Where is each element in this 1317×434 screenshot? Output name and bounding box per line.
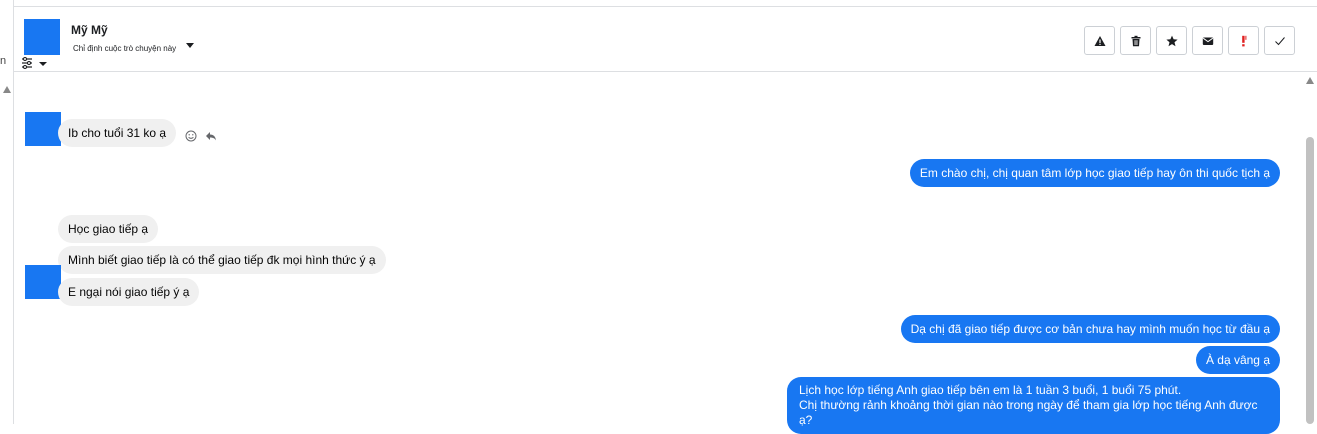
exclamation-icon	[1241, 35, 1246, 46]
message-bubble-outgoing[interactable]: À dạ vâng ạ	[1195, 346, 1280, 374]
check-icon	[1274, 36, 1285, 45]
warning-icon	[1094, 35, 1105, 46]
message-line: Lịch học lớp tiếng Anh giao tiếp bên em …	[799, 383, 1182, 397]
delete-button[interactable]	[1120, 26, 1151, 55]
contact-avatar[interactable]	[24, 19, 60, 55]
follow-up-button[interactable]	[1228, 26, 1259, 55]
message-bubble-incoming[interactable]: Học giao tiếp ạ	[58, 215, 159, 243]
star-icon	[1165, 35, 1178, 46]
thread-scrollbar[interactable]	[1303, 73, 1317, 424]
scroll-up-arrow-icon[interactable]	[1306, 77, 1314, 84]
scroll-up-arrow-icon[interactable]	[3, 86, 11, 93]
mark-done-button[interactable]	[1264, 26, 1295, 55]
mark-unread-button[interactable]	[1192, 26, 1223, 55]
reply-icon[interactable]	[205, 130, 217, 142]
message-bubble-incoming[interactable]: Mình biết giao tiếp là có thể giao tiếp …	[58, 246, 386, 274]
conversation-actions	[1084, 26, 1295, 55]
sender-avatar	[25, 112, 61, 146]
assign-conversation-label[interactable]: Chỉ định cuộc trò chuyện này	[73, 44, 176, 53]
clipped-label: n	[0, 55, 7, 67]
envelope-icon	[1202, 37, 1213, 45]
filter-dropdown-icon[interactable]	[20, 56, 50, 70]
trash-icon	[1131, 35, 1140, 46]
message-bubble-incoming[interactable]: E ngại nói giao tiếp ý ạ	[58, 278, 200, 306]
message-bubble-incoming[interactable]: Ib cho tuổi 31 ko ạ	[58, 119, 177, 147]
chevron-down-icon[interactable]	[186, 43, 194, 48]
message-bubble-outgoing[interactable]: Dạ chị đã giao tiếp được cơ bản chưa hay…	[900, 315, 1280, 343]
message-bubble-outgoing[interactable]: Lịch học lớp tiếng Anh giao tiếp bên em …	[787, 377, 1280, 434]
message-bubble-outgoing[interactable]: Em chào chị, chị quan tâm lớp học giao t…	[909, 159, 1280, 187]
conversation-header: Mỹ Mỹ Chỉ định cuộc trò chuyện này	[14, 6, 1317, 72]
smiley-icon[interactable]	[185, 130, 197, 142]
star-button[interactable]	[1156, 26, 1187, 55]
left-panel-edge: n	[0, 0, 14, 424]
contact-name[interactable]: Mỹ Mỹ	[71, 23, 108, 37]
sender-avatar	[25, 265, 61, 299]
mark-spam-button[interactable]	[1084, 26, 1115, 55]
scrollbar-thumb[interactable]	[1306, 137, 1314, 424]
message-tools	[185, 130, 217, 142]
